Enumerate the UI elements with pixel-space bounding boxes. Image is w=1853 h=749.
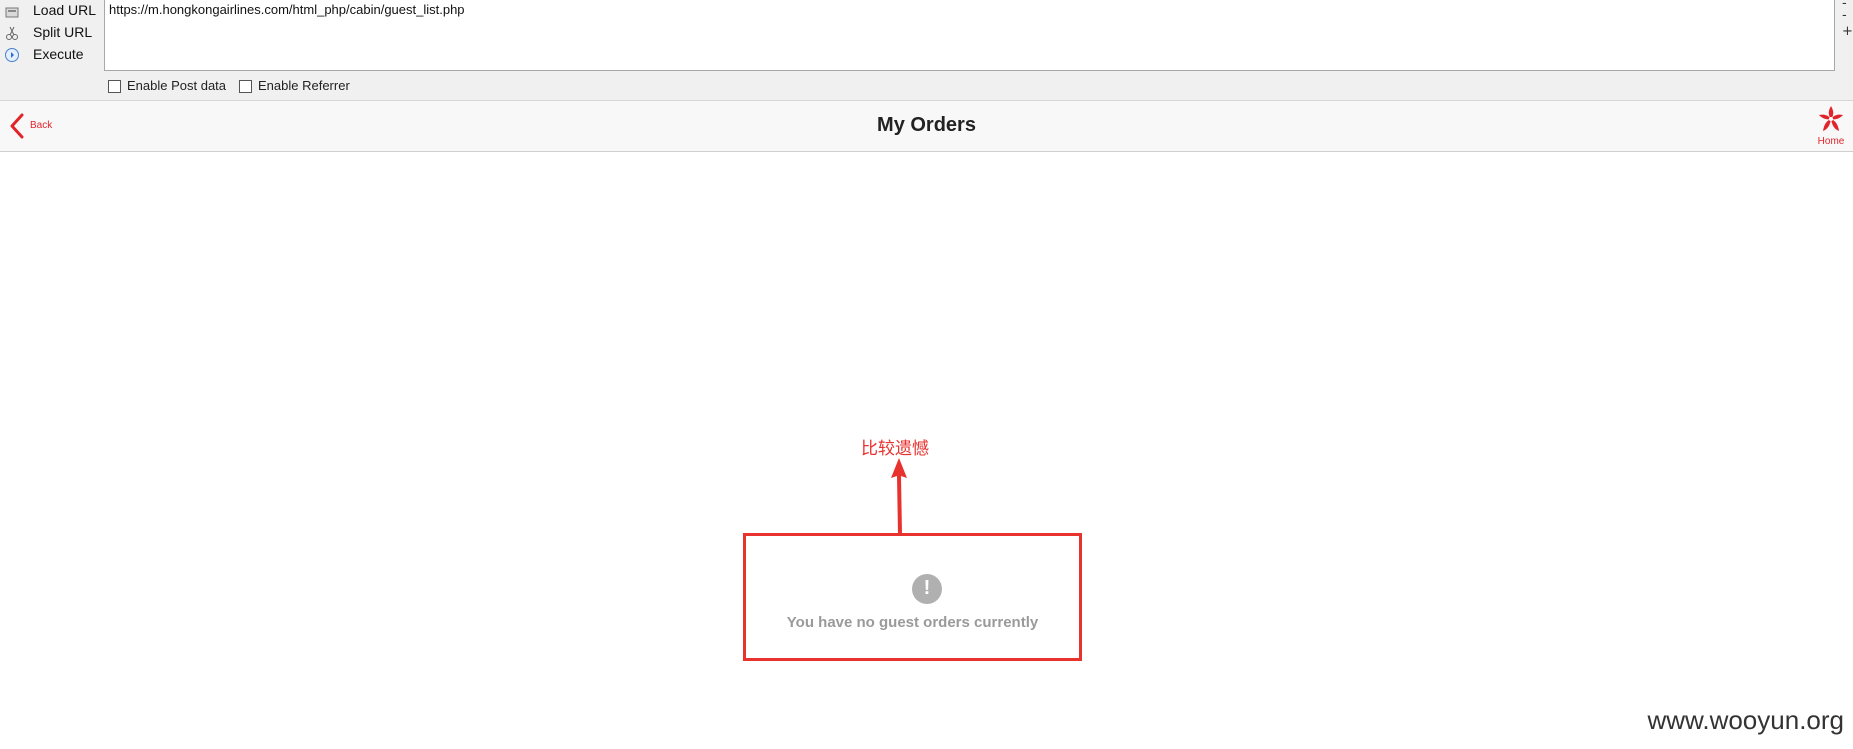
url-textarea[interactable]: https://m.hongkongairlines.com/html_php/…: [104, 0, 1835, 71]
home-label: Home: [1817, 136, 1845, 147]
load-url-button[interactable]: Load URL: [0, 0, 105, 22]
load-url-label: Load URL: [33, 2, 97, 18]
hackbar-toolbar: Load URL Split URL Execute https://m.hon…: [0, 0, 1853, 100]
decrease-button-2[interactable]: -: [1842, 8, 1847, 23]
hackbar-side-buttons: - - +: [1839, 0, 1853, 70]
empty-orders-message: You have no guest orders currently: [786, 614, 1039, 631]
enable-post-data-checkbox[interactable]: [108, 80, 121, 93]
url-text: https://m.hongkongairlines.com/html_php/…: [109, 2, 465, 17]
annotation-arrow-icon: [891, 458, 907, 534]
home-button[interactable]: Home: [1812, 105, 1850, 149]
page-header: Back My Orders Home: [0, 100, 1853, 152]
split-url-icon: [6, 26, 18, 40]
hackbar-commands: Load URL Split URL Execute: [0, 0, 105, 72]
enable-post-data-label: Enable Post data: [127, 78, 227, 93]
execute-icon: [5, 48, 19, 62]
watermark: www.wooyun.org: [1647, 705, 1844, 735]
execute-label: Execute: [33, 46, 84, 62]
split-url-button[interactable]: Split URL: [0, 22, 105, 44]
enable-referrer-label: Enable Referrer: [258, 78, 350, 93]
enable-referrer-checkbox[interactable]: [239, 80, 252, 93]
increase-button[interactable]: +: [1842, 24, 1853, 39]
bauhinia-logo-icon: [1819, 106, 1843, 131]
split-url-label: Split URL: [33, 24, 93, 40]
page-title: My Orders: [877, 114, 976, 136]
execute-button[interactable]: Execute: [0, 44, 105, 66]
exclamation-icon: !: [912, 574, 942, 604]
load-url-icon: [5, 7, 19, 18]
